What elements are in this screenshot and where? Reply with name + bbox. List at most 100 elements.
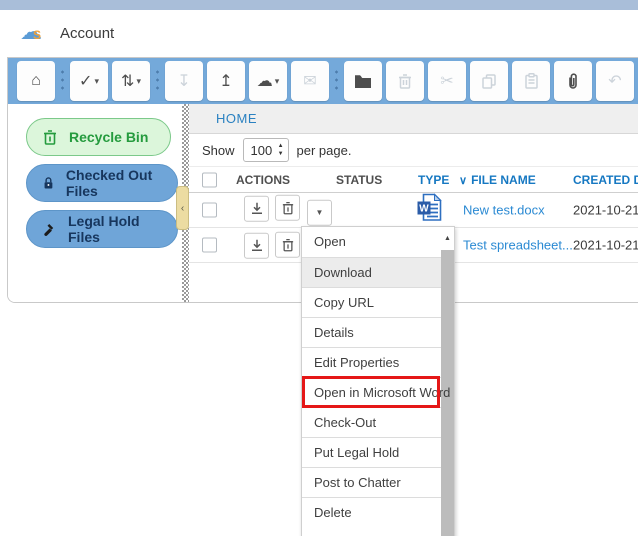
menu-item-copy-url[interactable]: Copy URL — [302, 287, 441, 317]
scissors-icon: ✂ — [440, 71, 453, 91]
menu-item-details[interactable]: Details — [302, 317, 441, 347]
row-checkbox[interactable] — [202, 238, 217, 253]
file-name-link[interactable]: Test spreadsheet... — [463, 238, 573, 253]
trash-icon — [282, 201, 294, 215]
row-download-button[interactable] — [244, 195, 269, 221]
delete-button — [386, 61, 424, 101]
cloud-icon: ☁ — [257, 71, 273, 91]
caret-down-icon: ▼ — [315, 208, 323, 217]
header-status: STATUS — [336, 173, 382, 187]
row-delete-button[interactable] — [275, 232, 300, 258]
logo-letter: S — [33, 28, 41, 42]
scroll-up-button[interactable]: ▲ — [441, 227, 454, 250]
sidebar-item-label: Checked Out Files — [66, 167, 161, 199]
scroll-up-icon: ▲ — [444, 235, 451, 242]
breadcrumb-home-link[interactable]: HOME — [216, 111, 257, 126]
lock-icon — [43, 175, 54, 191]
folder-icon — [354, 74, 372, 88]
sdrive-logo-icon: ☁ S — [20, 22, 50, 46]
row-checkbox[interactable] — [202, 203, 217, 218]
upload-button[interactable]: ↥ — [207, 61, 245, 101]
download-button: ↧ — [165, 61, 203, 101]
toolbar-separator — [154, 68, 161, 94]
trash-icon — [43, 129, 57, 145]
context-menu-items: Open Download Copy URL Details Edit Prop… — [302, 227, 441, 536]
chevron-down-icon: ▾ — [136, 76, 141, 87]
row-menu-button[interactable]: ▼ — [307, 199, 332, 225]
sort-button[interactable]: ⇅▾ — [112, 61, 150, 101]
envelope-icon: ✉ — [303, 71, 316, 91]
copy-button — [470, 61, 508, 101]
header-type[interactable]: TYPE — [418, 173, 449, 187]
paste-icon — [525, 73, 538, 89]
file-name-link[interactable]: New test.docx — [463, 203, 545, 218]
cloud-actions-button[interactable]: ☁▾ — [249, 61, 287, 101]
menu-item-delete[interactable]: Delete — [302, 497, 441, 527]
chevron-down-icon: ▾ — [275, 76, 280, 87]
download-icon: ↧ — [177, 71, 190, 91]
toolbar: ⌂ ✓▾ ⇅▾ ↧ ↥ ☁▾ ✉ ✂ — [8, 58, 638, 104]
download-icon — [251, 202, 263, 215]
row-context-menu: Open Download Copy URL Details Edit Prop… — [301, 226, 455, 536]
paperclip-icon — [567, 73, 579, 90]
per-page-label: per page. — [297, 143, 352, 158]
sidebar-collapse-handle[interactable]: ‹ — [176, 186, 189, 230]
table-row: ▼ W New test.docx 2021-10-21 1 — [189, 193, 638, 228]
menu-item-edit-properties[interactable]: Edit Properties — [302, 347, 441, 377]
header-actions: ACTIONS — [236, 173, 290, 187]
top-strip — [0, 0, 638, 10]
menu-item-download[interactable]: Download — [302, 257, 441, 287]
check-icon: ✓ — [79, 71, 92, 91]
menu-item-post-to-chatter[interactable]: Post to Chatter — [302, 467, 441, 497]
new-folder-button[interactable] — [344, 61, 382, 101]
stepper-arrows[interactable]: ▲ ▼ — [278, 143, 284, 157]
attach-button[interactable] — [554, 61, 592, 101]
menu-item-put-legal-hold[interactable]: Put Legal Hold — [302, 437, 441, 467]
undo-icon: ↶ — [608, 71, 621, 91]
row-download-button[interactable] — [244, 232, 269, 258]
header-file-name[interactable]: ∨FILE NAME — [459, 173, 536, 187]
select-all-checkbox[interactable] — [202, 172, 217, 187]
spin-up-icon: ▲ — [278, 143, 284, 149]
menu-item-check-out[interactable]: Check-Out — [302, 407, 441, 437]
sidebar-item-checked-out-files[interactable]: Checked Out Files — [26, 164, 178, 202]
page-size-value: 100 — [251, 143, 278, 158]
select-all-button[interactable]: ✓▾ — [70, 61, 108, 101]
trash-icon — [282, 238, 294, 252]
row-actions — [244, 232, 302, 259]
download-icon — [251, 239, 263, 252]
breadcrumb: HOME — [189, 104, 638, 134]
svg-text:W: W — [419, 204, 429, 215]
cut-button: ✂ — [428, 61, 466, 101]
created-date: 2021-10-21 1 — [573, 238, 638, 253]
sidebar-item-recycle-bin[interactable]: Recycle Bin — [26, 118, 171, 156]
gavel-icon — [43, 222, 56, 237]
home-button[interactable]: ⌂ — [17, 61, 55, 101]
word-file-icon: W — [417, 193, 443, 227]
table-header: ACTIONS STATUS TYPE ∨FILE NAME CREATED D… — [189, 167, 638, 193]
toolbar-separator — [333, 68, 340, 94]
sidebar-item-legal-hold-files[interactable]: Legal Hold Files — [26, 210, 178, 248]
undo-button: ↶ — [596, 61, 634, 101]
created-date: 2021-10-21 1 — [573, 203, 638, 218]
sidebar-item-label: Recycle Bin — [69, 129, 148, 145]
upload-icon: ↥ — [219, 71, 232, 91]
page-title: Account — [60, 25, 114, 42]
trash-icon — [398, 73, 412, 89]
menu-item-open[interactable]: Open — [302, 227, 441, 257]
chevron-down-icon: ▾ — [94, 76, 99, 87]
menu-item-open-in-microsoft-word[interactable]: Open in Microsoft Word — [302, 377, 441, 407]
spin-down-icon: ▼ — [278, 151, 284, 157]
sidebar-item-label: Legal Hold Files — [68, 213, 161, 245]
header-created-date[interactable]: CREATED DA — [573, 173, 638, 187]
home-icon: ⌂ — [31, 72, 41, 90]
email-button: ✉ — [291, 61, 329, 101]
sidebar-divider: ‹ — [182, 104, 189, 303]
screen: ☁ S Account ⌂ ✓▾ ⇅▾ ↧ ↥ ☁▾ ✉ ✂ — [0, 0, 638, 536]
row-delete-button[interactable] — [275, 195, 300, 221]
row-actions: ▼ — [244, 195, 334, 226]
toolbar-separator — [59, 68, 66, 94]
show-label: Show — [202, 143, 235, 158]
page-size-stepper[interactable]: 100 ▲ ▼ — [243, 138, 289, 162]
sort-desc-icon: ∨ — [459, 175, 467, 187]
